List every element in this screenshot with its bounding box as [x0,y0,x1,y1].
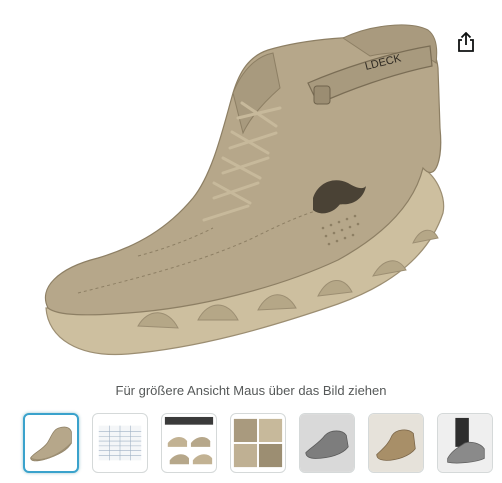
detail-collage-thumbnail-icon [233,418,283,468]
shoe-thumbnail-icon [30,426,72,462]
thumbnail-size-chart[interactable] [92,413,148,473]
sneaker-illustration: LDECK [44,24,445,356]
zoom-hint-text: Für größere Ansicht Maus über das Bild z… [115,383,387,398]
khaki-shoe-thumbnail-icon [369,414,423,472]
share-icon [458,32,474,52]
thumbnail-strip [23,413,493,477]
thumbnail-worn-shoe[interactable] [437,413,493,473]
thumbnail-detail-collage[interactable] [230,413,286,473]
thumbnail-product-views[interactable] [161,413,217,473]
thumbnail-khaki-shoe[interactable] [368,413,424,473]
product-views-thumbnail-icon [164,416,214,465]
main-product-image[interactable]: LDECK [18,8,468,370]
share-button[interactable] [452,28,480,56]
thumbnail-shoe[interactable] [23,413,79,473]
size-chart-thumbnail-icon [98,425,142,461]
grey-shoe-thumbnail-icon [300,414,354,472]
thumbnail-grey-shoe[interactable] [299,413,355,473]
worn-shoe-thumbnail-icon [438,414,492,472]
